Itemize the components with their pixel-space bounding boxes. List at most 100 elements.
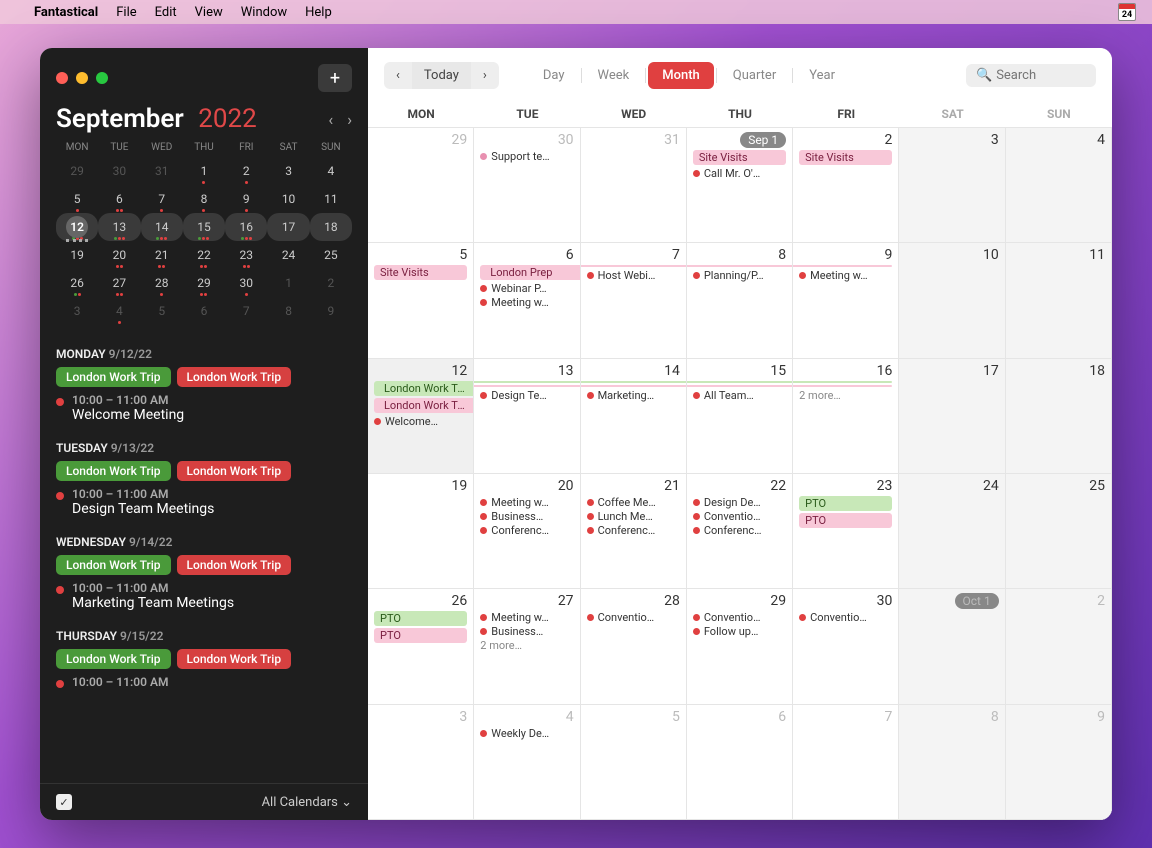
mini-cal-day[interactable]: 29 [56,157,98,185]
event-bar[interactable] [474,381,580,383]
add-event-button[interactable]: + [318,64,352,92]
agenda-pill[interactable]: London Work Trip [56,367,171,387]
event-item[interactable]: Planning/P… [693,269,786,282]
calendar-cell[interactable]: 3 [899,128,1005,243]
mini-cal-day[interactable]: 8 [183,185,225,213]
view-quarter[interactable]: Quarter [719,62,790,89]
calendar-cell[interactable]: 6 [687,705,793,820]
event-item[interactable]: Conferenc… [587,524,680,537]
mini-cal-day[interactable]: 13 [98,213,140,241]
today-button[interactable]: Today [412,62,471,89]
mini-cal-day[interactable]: 10 [267,185,309,213]
mini-cal-day[interactable]: 11 [310,185,352,213]
calendar-cell[interactable]: 11 [1006,243,1112,358]
event-item[interactable]: Host Webi… [587,269,680,282]
more-events[interactable]: 2 more… [480,639,573,652]
menu-help[interactable]: Help [305,5,332,20]
close-button[interactable] [56,72,68,84]
agenda-event[interactable]: 10:00 – 11:00 AMWelcome Meeting [56,393,352,423]
mini-cal-day[interactable]: 22 [183,241,225,269]
event-item[interactable]: Conventio… [587,611,680,624]
calendar-cell[interactable]: 15All Team… [687,359,793,474]
prev-month-button[interactable]: ‹ [328,110,333,129]
mini-cal-day[interactable]: 1 [183,157,225,185]
calendar-cell[interactable]: 20Meeting w…Business…Conferenc… [474,474,580,589]
calendar-cell[interactable]: 31 [581,128,687,243]
menu-view[interactable]: View [195,5,223,20]
calendar-cell[interactable]: 18 [1006,359,1112,474]
calendar-cell[interactable]: 12London Work TripLondon Work TripWelcom… [368,359,474,474]
event-item[interactable]: Lunch Me… [587,510,680,523]
menubar-calendar-icon[interactable]: 24 [1118,3,1136,21]
calendar-cell[interactable]: 28Conventio… [581,589,687,704]
calendar-cell[interactable]: 3 [368,705,474,820]
agenda-event[interactable]: 10:00 – 11:00 AM [56,675,352,689]
event-bar[interactable]: London Prep [480,265,580,280]
event-bar[interactable] [581,265,687,267]
event-item[interactable]: Meeting w… [480,496,573,509]
mini-cal-day[interactable]: 1 [267,269,309,297]
mini-cal-day[interactable]: 20 [98,241,140,269]
menu-window[interactable]: Window [241,5,287,20]
mini-cal-day[interactable]: 27 [98,269,140,297]
calendar-cell[interactable]: 8Planning/P… [687,243,793,358]
event-bar[interactable] [687,381,793,383]
mini-cal-day[interactable]: 17 [267,213,309,241]
view-month[interactable]: Month [648,62,714,89]
event-bar[interactable] [474,385,580,387]
calendar-cell[interactable]: 6London PrepWebinar P…Meeting w… [474,243,580,358]
calendar-cell[interactable]: 13Design Te… [474,359,580,474]
next-button[interactable]: › [471,62,499,89]
calendar-cell[interactable]: 30Support te… [474,128,580,243]
mini-cal-day[interactable]: 26 [56,269,98,297]
menu-edit[interactable]: Edit [155,5,177,20]
calendar-cell[interactable]: 26PTOPTO [368,589,474,704]
agenda-pill[interactable]: London Work Trip [177,555,292,575]
search-input[interactable] [996,68,1086,83]
agenda-pill[interactable]: London Work Trip [56,461,171,481]
event-bar[interactable] [581,381,687,383]
calendar-cell[interactable]: Sep 1Site VisitsCall Mr. O'… [687,128,793,243]
mini-cal-day[interactable]: 2 [225,157,267,185]
event-item[interactable]: Support te… [480,150,573,163]
event-item[interactable]: Meeting w… [480,296,573,309]
event-item[interactable]: Business… [480,625,573,638]
calendars-checkbox[interactable]: ✓ [56,794,72,810]
calendar-cell[interactable]: 10 [899,243,1005,358]
mini-cal-day[interactable]: 14 [141,213,183,241]
event-bar[interactable] [687,385,793,387]
calendar-cell[interactable]: 9 [1006,705,1112,820]
event-bar[interactable]: Site Visits [693,150,786,165]
mini-cal-day[interactable]: 7 [225,297,267,325]
calendar-cell[interactable]: 22Design De…Conventio…Conferenc… [687,474,793,589]
mini-cal-day[interactable]: 7 [141,185,183,213]
event-item[interactable]: Conventio… [693,611,786,624]
agenda-pill[interactable]: London Work Trip [177,461,292,481]
event-item[interactable]: Conferenc… [693,524,786,537]
calendar-cell[interactable]: 14Marketing… [581,359,687,474]
calendar-cell[interactable]: 27Meeting w…Business…2 more… [474,589,580,704]
view-day[interactable]: Day [529,62,579,89]
mini-cal-day[interactable]: 8 [267,297,309,325]
event-item[interactable]: Design Te… [480,389,573,402]
event-bar[interactable]: PTO [799,496,892,511]
calendar-cell[interactable]: 2 [1006,589,1112,704]
mini-cal-day[interactable]: 4 [98,297,140,325]
all-calendars-selector[interactable]: All Calendars ⌄ [262,795,352,810]
calendar-cell[interactable]: 7 [793,705,899,820]
event-item[interactable]: Coffee Me… [587,496,680,509]
calendar-cell[interactable]: 4 [1006,128,1112,243]
event-bar[interactable]: Site Visits [799,150,892,165]
event-bar[interactable]: PTO [374,611,467,626]
event-bar[interactable] [793,385,892,387]
event-item[interactable]: Conventio… [799,611,892,624]
mini-cal-day[interactable]: 25 [310,241,352,269]
mini-cal-day[interactable]: 6 [183,297,225,325]
calendar-cell[interactable]: Oct 1 [899,589,1005,704]
mini-cal-day[interactable]: 18 [310,213,352,241]
event-item[interactable]: Meeting w… [480,611,573,624]
agenda-event[interactable]: 10:00 – 11:00 AMMarketing Team Meetings [56,581,352,611]
prev-button[interactable]: ‹ [384,62,412,89]
mini-cal-day[interactable]: 3 [267,157,309,185]
mini-cal-day[interactable]: 3 [56,297,98,325]
